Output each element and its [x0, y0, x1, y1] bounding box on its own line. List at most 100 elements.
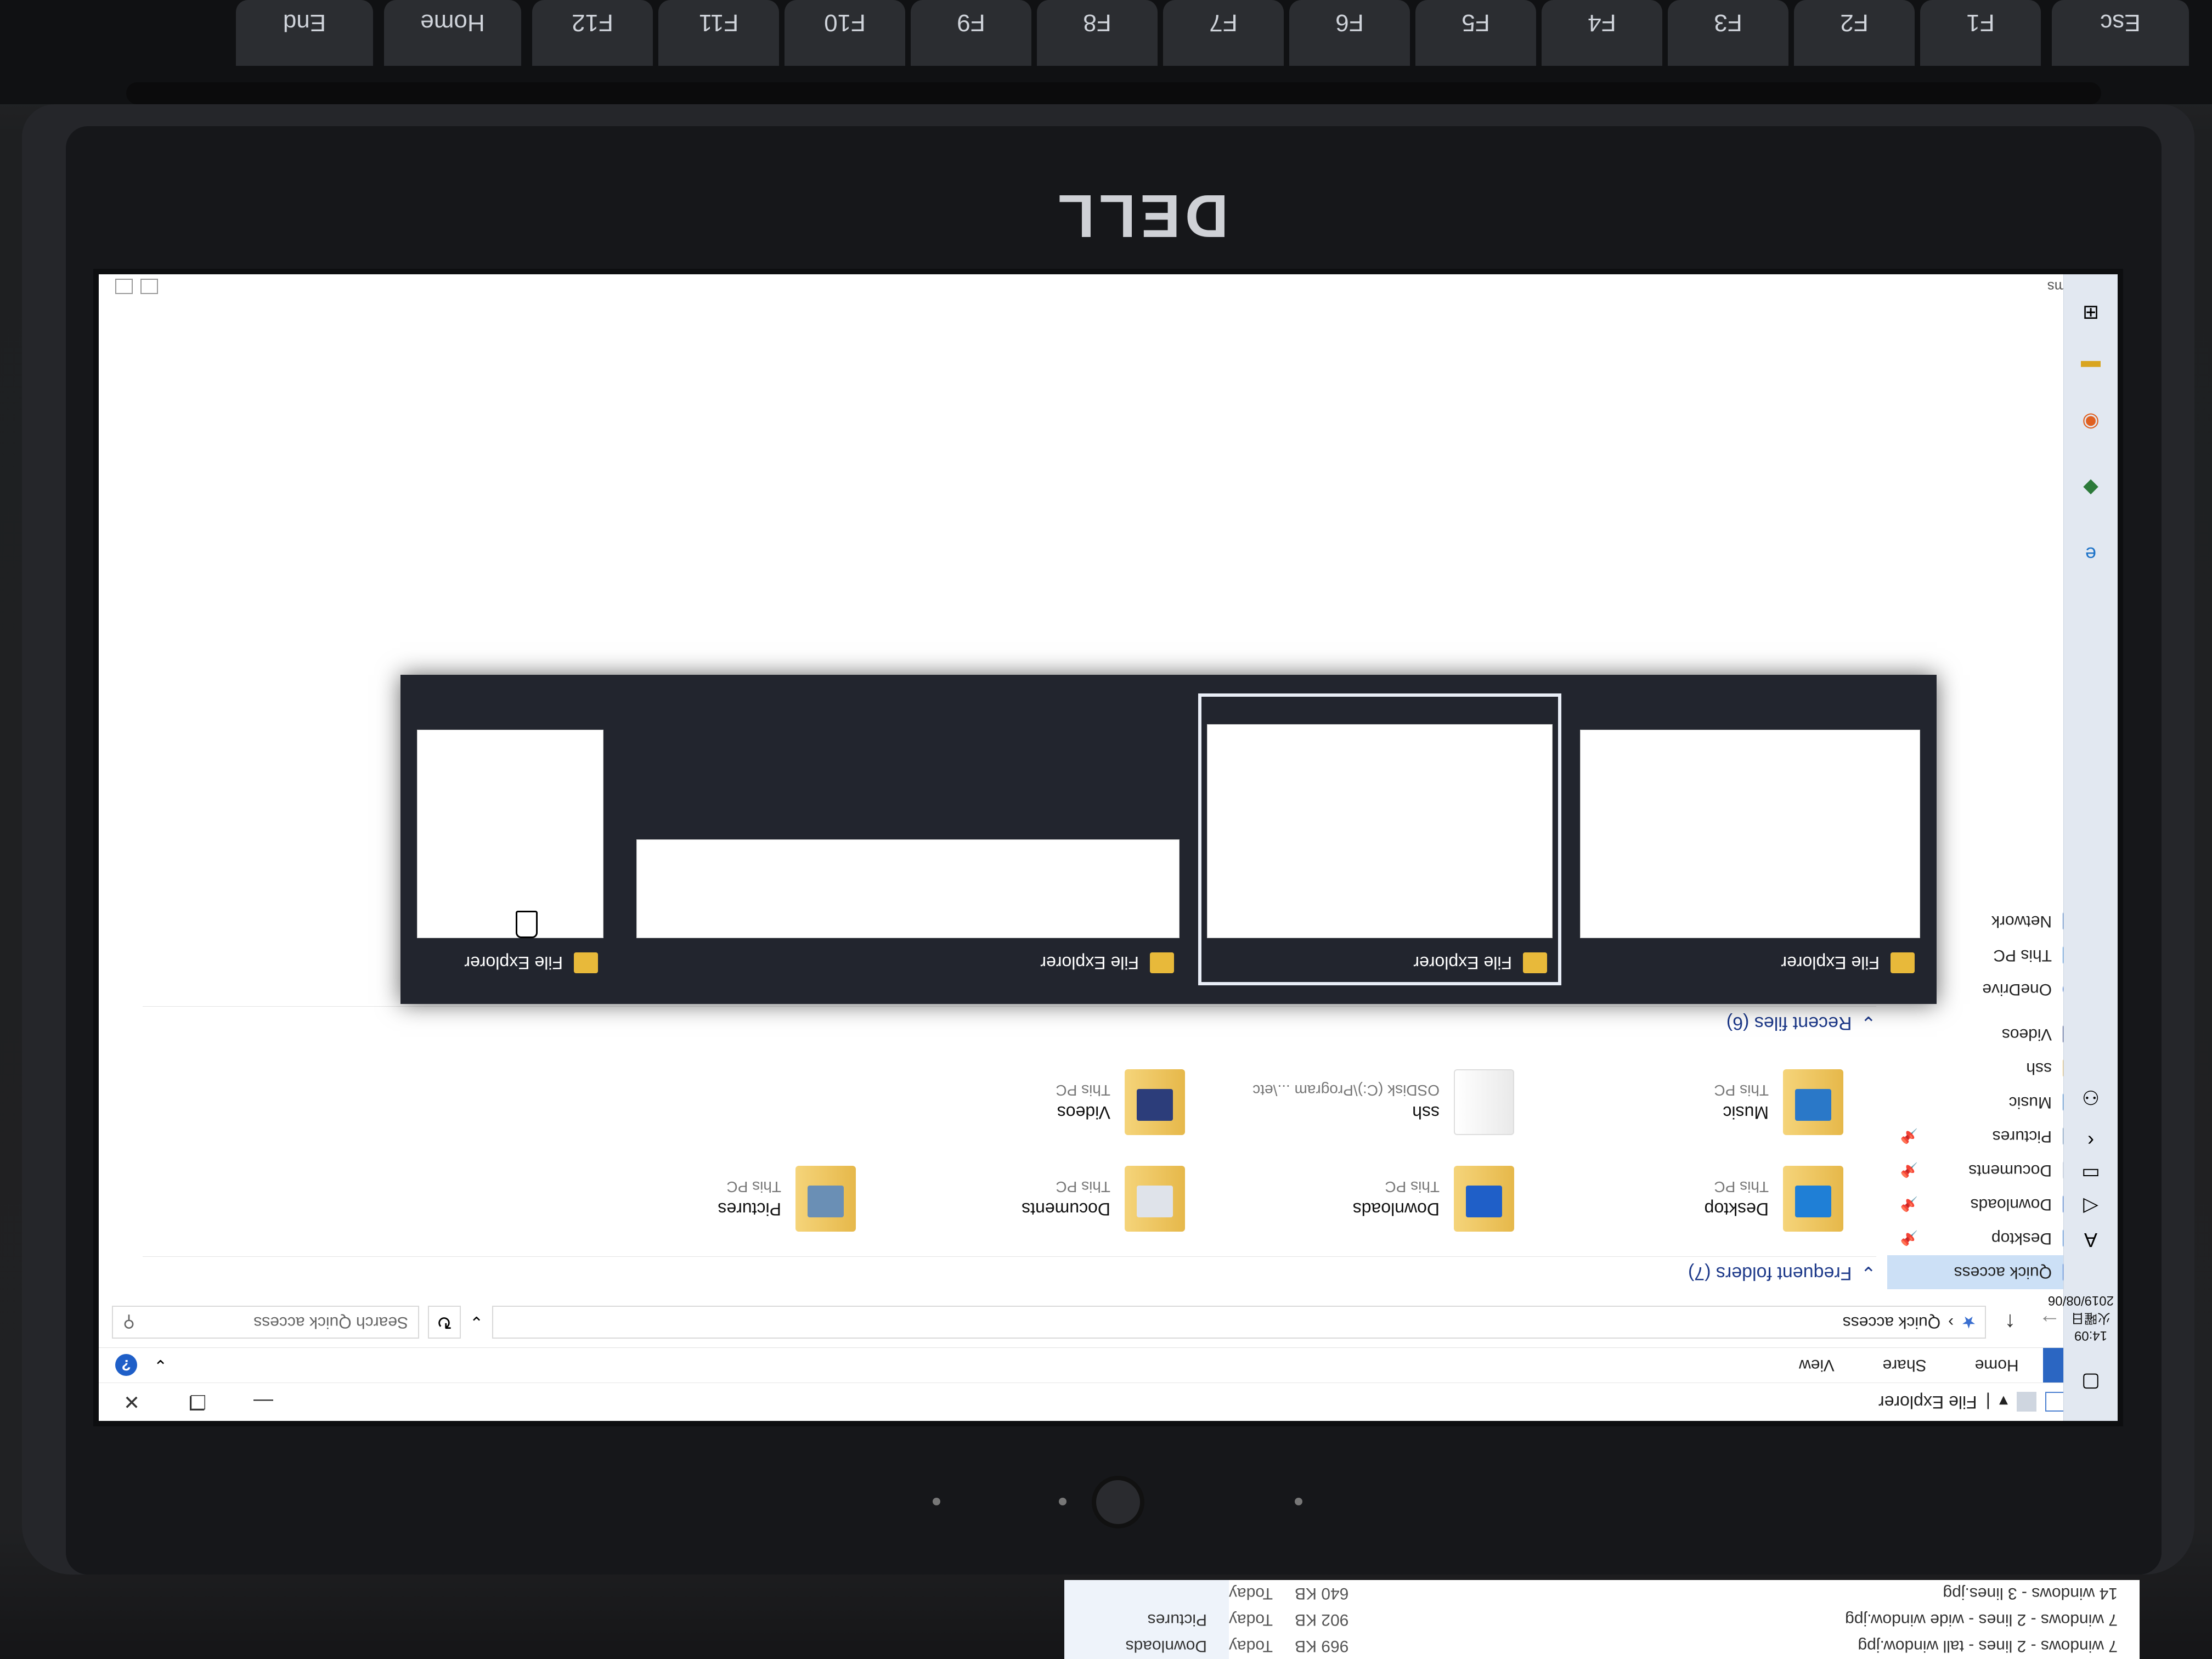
folder-tile-ssh[interactable]: ssh OSDisk (C:)\Program ...\etc: [1185, 1061, 1514, 1143]
folder-tile-videos[interactable]: Videos This PC: [856, 1061, 1185, 1143]
folder-icon: [1150, 952, 1174, 973]
frequent-folders-header[interactable]: ⌄ Frequent folders (7): [143, 1256, 1876, 1289]
key-f3: F3: [1668, 0, 1788, 66]
background-explorer-window: Downloads Pictures 7 windows - 2 lines -…: [1064, 1580, 2140, 1659]
sidebar-item-label: Downloads: [1125, 1637, 1207, 1655]
folder-icon: [1454, 1166, 1514, 1232]
switcher-window[interactable]: File Explorer: [411, 697, 609, 982]
folder-location: This PC: [726, 1178, 781, 1196]
edge-icon[interactable]: e: [2074, 538, 2107, 571]
sidebar-item-label: Downloads: [1970, 1195, 2052, 1214]
clock-date: 2019/08/06: [2047, 1293, 2114, 1308]
tab-view[interactable]: View: [1775, 1348, 1858, 1383]
folder-name: Downloads: [1352, 1199, 1440, 1220]
ime-icon[interactable]: A: [2074, 1223, 2107, 1256]
video-icon: [1137, 1089, 1173, 1121]
tiles-view-icon[interactable]: [115, 279, 133, 294]
folder-tile-desktop[interactable]: Desktop This PC: [1514, 1158, 1843, 1240]
properties-icon[interactable]: [2045, 1392, 2065, 1412]
address-dropdown-icon[interactable]: ⌄: [470, 1313, 483, 1332]
expand-ribbon-icon[interactable]: ⌄: [154, 1356, 167, 1375]
window-thumbnail: [1207, 724, 1553, 938]
window-caption: File Explorer: [1413, 953, 1512, 973]
search-icon: ⚲: [123, 1313, 135, 1331]
file-explorer-taskbar-icon[interactable]: ▬: [2074, 351, 2107, 384]
chevron-up-icon[interactable]: ‹: [2074, 1125, 2107, 1158]
people-icon[interactable]: ⚇: [2074, 1081, 2107, 1114]
key-end: End: [236, 0, 373, 66]
tab-home[interactable]: Home: [1951, 1348, 2043, 1383]
app-icon[interactable]: ◆: [2074, 472, 2107, 505]
address-bar-row: ← → ↑ ★ › Quick access ⌄ ↻ Search Quick …: [99, 1297, 2118, 1347]
refresh-icon[interactable]: ↻: [428, 1306, 461, 1339]
folder-location: This PC: [1056, 1082, 1110, 1099]
chevron-down-icon[interactable]: ▾: [1999, 1392, 2008, 1413]
sensor-dot: [933, 1498, 940, 1505]
folder-name: ssh: [1412, 1103, 1440, 1123]
forward-arrow-icon[interactable]: →: [2034, 1310, 2065, 1335]
notification-icon[interactable]: ▢: [2074, 1366, 2107, 1399]
folder-location: This PC: [1056, 1178, 1110, 1196]
new-folder-icon[interactable]: [2017, 1392, 2036, 1412]
details-view-icon[interactable]: [140, 279, 158, 294]
switcher-window-selected[interactable]: File Explorer: [1198, 693, 1561, 985]
sidebar-item-label: Quick access: [1954, 1263, 2052, 1282]
status-bar: 13 items: [99, 274, 2118, 300]
pin-icon: 📌: [1900, 1128, 1918, 1145]
windows-taskbar: ⊞ ▬ ◉ ◆ e ⚇ ‹ ▭ ◁ A 14:09 火曜日 2019/08/06…: [2047, 274, 2118, 1421]
photo-stage: Esc F1 F2 F3 F4 F5 F6 F7 F8 F9 F10 F11 F…: [0, 0, 2212, 1659]
file-size: 640 KB: [1295, 1584, 1349, 1602]
group-title: Recent files (6): [1726, 1013, 1852, 1034]
taskbar-clock[interactable]: 14:09 火曜日 2019/08/06: [2047, 1291, 2114, 1344]
file-size: 902 KB: [1295, 1611, 1349, 1629]
folder-icon: [574, 952, 598, 973]
folder-icon: [1891, 952, 1915, 973]
sidebar-item-pictures[interactable]: Pictures: [1064, 1606, 1229, 1633]
folder-tile-pictures[interactable]: Pictures This PC: [527, 1158, 856, 1240]
chrome-icon[interactable]: ◉: [2074, 406, 2107, 439]
chevron-down-icon: ⌄: [1860, 1012, 1877, 1034]
switcher-window[interactable]: File Explorer: [625, 697, 1185, 982]
folder-tile-documents[interactable]: Documents This PC: [856, 1158, 1185, 1240]
file-name: 7 windows - 2 lines - tall window.jpg: [1858, 1637, 2118, 1655]
chevron-down-icon: ⌄: [1860, 1262, 1877, 1284]
breadcrumb[interactable]: Quick access: [1843, 1313, 1940, 1331]
help-icon[interactable]: ?: [115, 1354, 137, 1376]
star-icon: ★: [1961, 1313, 1976, 1331]
ribbon-tabs: File Home Share View ⌄ ?: [99, 1347, 2118, 1383]
ribbon-controls: ⌄ ?: [99, 1348, 167, 1383]
breadcrumb-chevron-icon: ›: [1948, 1313, 1954, 1331]
search-input[interactable]: Search Quick access ⚲: [112, 1306, 419, 1339]
window-caption: File Explorer: [1781, 953, 1880, 973]
volume-icon[interactable]: ◁: [2074, 1190, 2107, 1223]
folder-tile-music[interactable]: Music This PC: [1514, 1061, 1843, 1143]
battery-icon[interactable]: ▭: [2074, 1158, 2107, 1190]
minimize-button[interactable]: —: [230, 1383, 296, 1421]
folder-icon: [1783, 1166, 1843, 1232]
switcher-window[interactable]: File Explorer: [1575, 697, 1926, 982]
sidebar-item-label: OneDrive: [1982, 980, 2052, 998]
folder-name: Videos: [1057, 1103, 1110, 1123]
sidebar-item-downloads[interactable]: Downloads: [1064, 1633, 1229, 1659]
window-thumbnail: [1580, 730, 1920, 938]
key-f7: F7: [1163, 0, 1284, 66]
folder-location: OSDisk (C:)\Program ...\etc: [1252, 1082, 1440, 1099]
maximize-button[interactable]: ❐: [165, 1383, 230, 1421]
file-size: 969 KB: [1295, 1637, 1349, 1655]
folder-icon: [1783, 1069, 1843, 1135]
sidebar-item-label: Music: [2008, 1093, 2052, 1111]
clock-time: 14:09: [2074, 1328, 2108, 1343]
window-caption: File Explorer: [464, 953, 563, 973]
up-arrow-icon[interactable]: ↑: [1995, 1310, 2025, 1335]
start-windows-icon[interactable]: ⊞: [2074, 296, 2107, 329]
close-button[interactable]: ✕: [99, 1383, 165, 1421]
window-thumbnail: [417, 730, 603, 938]
folder-name: Pictures: [718, 1199, 781, 1220]
hinge: [126, 82, 2101, 104]
tab-share[interactable]: Share: [1859, 1348, 1951, 1383]
key-esc: Esc: [2052, 0, 2189, 66]
address-bar[interactable]: ★ › Quick access: [492, 1306, 1986, 1339]
document-icon: [1137, 1186, 1173, 1217]
folder-tile-downloads[interactable]: Downloads This PC: [1185, 1158, 1514, 1240]
recent-files-header[interactable]: ⌄ Recent files (6): [143, 1006, 1876, 1039]
